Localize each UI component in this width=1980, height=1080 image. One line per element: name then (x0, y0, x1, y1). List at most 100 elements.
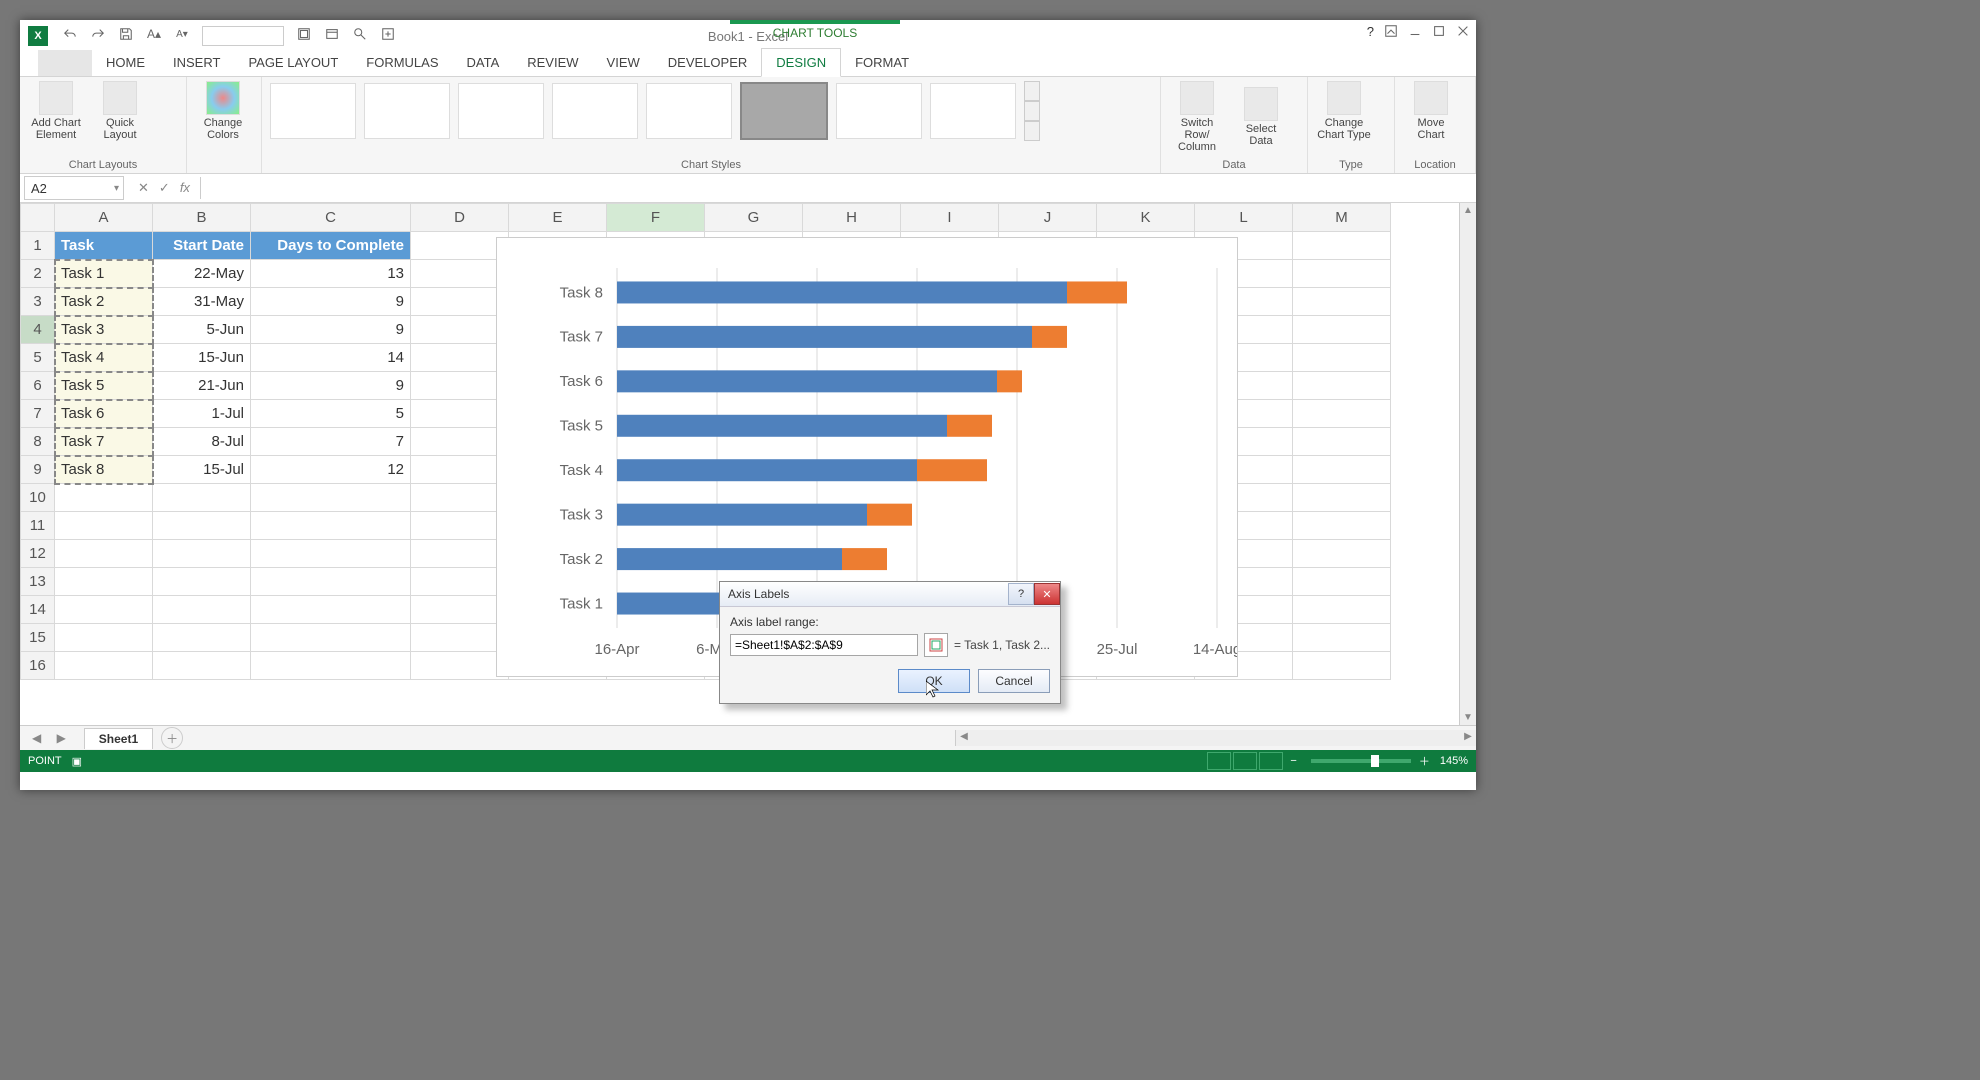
cell-D14[interactable] (411, 596, 509, 624)
row-header-8[interactable]: 8 (21, 428, 55, 456)
cell-C7[interactable]: 5 (251, 400, 411, 428)
column-header-F[interactable]: F (607, 204, 705, 232)
chart-style-2[interactable] (364, 83, 450, 139)
cell-B2[interactable]: 22-May (153, 260, 251, 288)
font-shrink-button[interactable]: A▾ (174, 26, 190, 42)
cell-B5[interactable]: 15-Jun (153, 344, 251, 372)
save-button[interactable] (118, 26, 134, 42)
chart-style-8[interactable] (930, 83, 1016, 139)
normal-view-button[interactable] (1207, 752, 1231, 770)
cell-B10[interactable] (153, 484, 251, 512)
cell-C8[interactable]: 7 (251, 428, 411, 456)
cell-D15[interactable] (411, 624, 509, 652)
cancel-formula-icon[interactable]: ✕ (138, 180, 149, 196)
cell-B15[interactable] (153, 624, 251, 652)
cell-A4[interactable]: Task 3 (55, 316, 153, 344)
ribbon-options-icon[interactable] (1384, 24, 1398, 41)
column-header-J[interactable]: J (999, 204, 1097, 232)
cell-A8[interactable]: Task 7 (55, 428, 153, 456)
row-header-7[interactable]: 7 (21, 400, 55, 428)
ribbon-tab-design[interactable]: DESIGN (761, 48, 841, 77)
row-header-4[interactable]: 4 (21, 316, 55, 344)
switch-row-column-button[interactable]: Switch Row/ Column (1169, 81, 1225, 153)
qat-combo[interactable] (202, 26, 284, 46)
column-header-C[interactable]: C (251, 204, 411, 232)
change-chart-type-button[interactable]: Change Chart Type (1316, 81, 1372, 141)
column-header-M[interactable]: M (1293, 204, 1391, 232)
chart-style-gallery[interactable] (270, 81, 1152, 141)
add-chart-element-button[interactable]: Add Chart Element (28, 81, 84, 141)
cell-M9[interactable] (1293, 456, 1391, 484)
chart-style-7[interactable] (836, 83, 922, 139)
ribbon-tab-format[interactable]: FORMAT (841, 49, 923, 76)
cell-C10[interactable] (251, 484, 411, 512)
row-header-12[interactable]: 12 (21, 540, 55, 568)
new-sheet-button[interactable]: ＋ (161, 727, 183, 749)
row-header-15[interactable]: 15 (21, 624, 55, 652)
column-header-G[interactable]: G (705, 204, 803, 232)
cell-M1[interactable] (1293, 232, 1391, 260)
collapse-dialog-button[interactable] (924, 633, 948, 657)
cell-M2[interactable] (1293, 260, 1391, 288)
cell-D4[interactable] (411, 316, 509, 344)
formula-input[interactable] (200, 177, 1476, 199)
cell-M15[interactable] (1293, 624, 1391, 652)
cell-C16[interactable] (251, 652, 411, 680)
cell-A7[interactable]: Task 6 (55, 400, 153, 428)
cell-A1[interactable]: Task (55, 232, 153, 260)
cell-M13[interactable] (1293, 568, 1391, 596)
cell-B6[interactable]: 21-Jun (153, 372, 251, 400)
row-header-6[interactable]: 6 (21, 372, 55, 400)
help-icon[interactable]: ? (1367, 24, 1374, 41)
ok-button[interactable]: OK (898, 669, 970, 693)
zoom-slider[interactable] (1311, 759, 1411, 763)
row-header-3[interactable]: 3 (21, 288, 55, 316)
cell-A12[interactable] (55, 540, 153, 568)
cell-M11[interactable] (1293, 512, 1391, 540)
move-chart-button[interactable]: Move Chart (1403, 81, 1459, 141)
cell-A5[interactable]: Task 4 (55, 344, 153, 372)
column-header-E[interactable]: E (509, 204, 607, 232)
cell-M7[interactable] (1293, 400, 1391, 428)
sheet-nav[interactable]: ◀ ▶ (20, 731, 84, 745)
quick-layout-button[interactable]: Quick Layout (92, 81, 148, 141)
cell-C1[interactable]: Days to Complete (251, 232, 411, 260)
ribbon-tab-home[interactable]: HOME (92, 49, 159, 76)
ribbon-tab-formulas[interactable]: FORMULAS (352, 49, 452, 76)
cell-D6[interactable] (411, 372, 509, 400)
dialog-close-button[interactable]: ✕ (1034, 583, 1060, 605)
cell-A11[interactable] (55, 512, 153, 540)
dialog-titlebar[interactable]: Axis Labels ? ✕ (720, 582, 1060, 607)
cell-B7[interactable]: 1-Jul (153, 400, 251, 428)
redo-button[interactable] (90, 26, 106, 42)
cell-A15[interactable] (55, 624, 153, 652)
cell-M5[interactable] (1293, 344, 1391, 372)
cell-A10[interactable] (55, 484, 153, 512)
vertical-scrollbar[interactable] (1459, 203, 1476, 725)
column-header-H[interactable]: H (803, 204, 901, 232)
row-header-9[interactable]: 9 (21, 456, 55, 484)
cell-D8[interactable] (411, 428, 509, 456)
undo-button[interactable] (62, 26, 78, 42)
gallery-scroll[interactable] (1024, 81, 1040, 141)
cell-C5[interactable]: 14 (251, 344, 411, 372)
cell-C4[interactable]: 9 (251, 316, 411, 344)
row-header-2[interactable]: 2 (21, 260, 55, 288)
cell-M3[interactable] (1293, 288, 1391, 316)
cell-D11[interactable] (411, 512, 509, 540)
cell-D12[interactable] (411, 540, 509, 568)
row-header-11[interactable]: 11 (21, 512, 55, 540)
cell-B13[interactable] (153, 568, 251, 596)
column-header-L[interactable]: L (1195, 204, 1293, 232)
cell-B8[interactable]: 8-Jul (153, 428, 251, 456)
ribbon-tab-insert[interactable]: INSERT (159, 49, 234, 76)
cell-D16[interactable] (411, 652, 509, 680)
maximize-button[interactable] (1432, 24, 1446, 41)
cell-C13[interactable] (251, 568, 411, 596)
chart-style-6[interactable] (740, 82, 828, 140)
zoom-in-button[interactable]: ＋ (1419, 753, 1430, 769)
cell-C15[interactable] (251, 624, 411, 652)
column-header-B[interactable]: B (153, 204, 251, 232)
cell-M6[interactable] (1293, 372, 1391, 400)
cell-D5[interactable] (411, 344, 509, 372)
